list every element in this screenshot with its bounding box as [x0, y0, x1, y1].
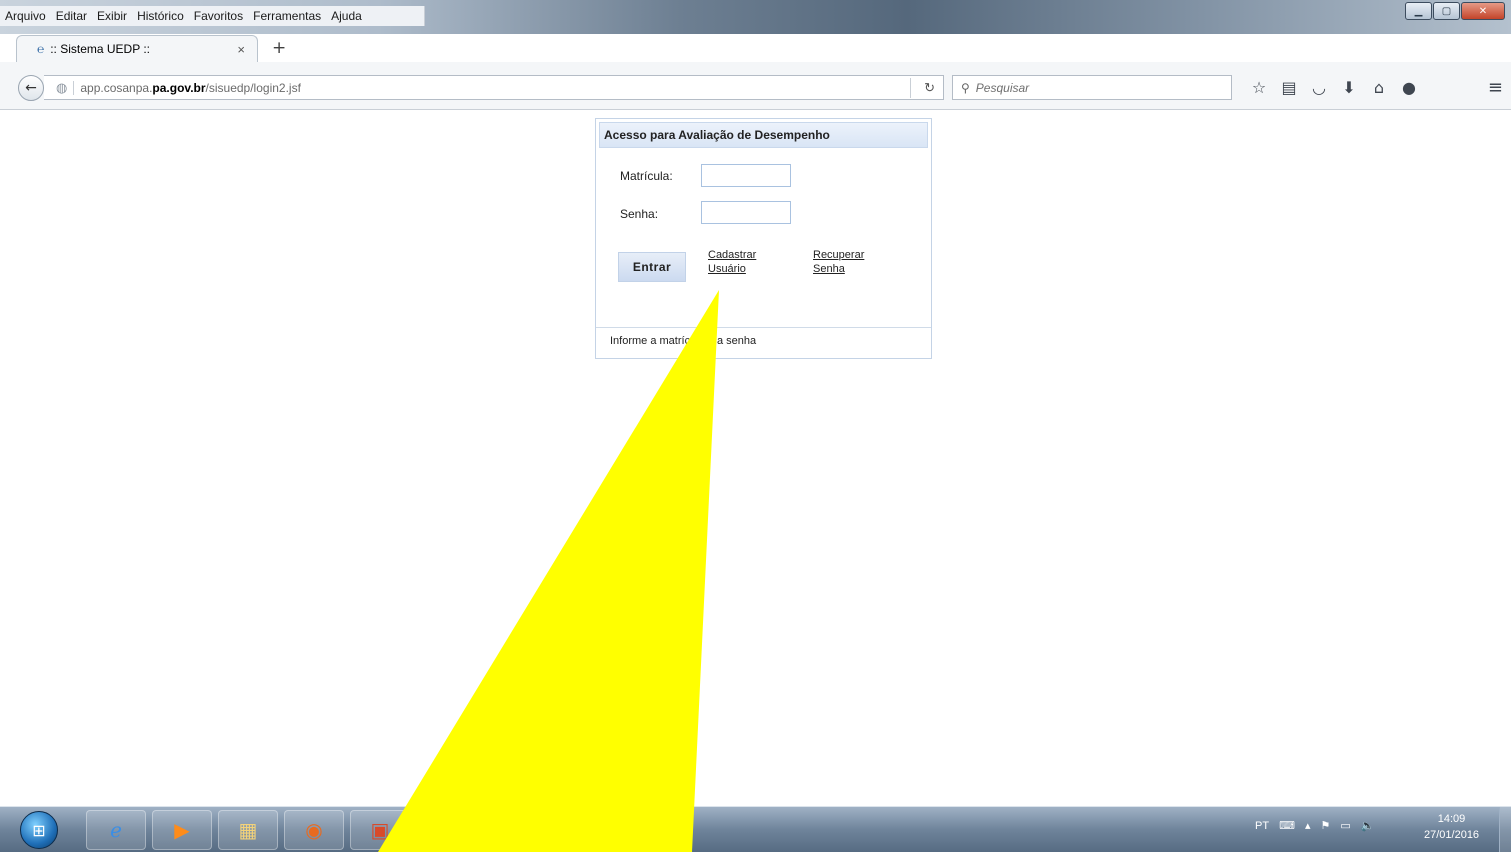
start-button[interactable]: ⊞ [20, 811, 58, 849]
clock-date: 27/01/2016 [1424, 829, 1480, 841]
maximize-icon: ▢ [1441, 5, 1452, 17]
hamburger-menu-icon[interactable]: ≡ [1488, 77, 1503, 98]
search-icon: ⚲ [961, 80, 970, 95]
recuperar-link-line2: Senha [813, 263, 845, 275]
folder-icon: ▦ [238, 818, 258, 842]
login-panel-title: Acesso para Avaliação de Desempenho [599, 122, 928, 148]
matricula-label: Matrícula: [620, 169, 673, 183]
search-placeholder: Pesquisar [975, 80, 1030, 95]
panel-divider [596, 327, 931, 328]
menu-exibir[interactable]: Exibir [92, 9, 132, 23]
login-hint-text: Informe a matrícula e a senha [610, 335, 757, 347]
show-hidden-icons-icon[interactable]: ▴ [1305, 819, 1311, 832]
url-path: /sisuedp/login2.jsf [205, 80, 301, 95]
maximize-button[interactable]: ▢ [1433, 2, 1460, 20]
taskbar: ⊞ ℯ ▶ ▦ ◉ ▣ PT ⌨ ▴ ⚑ ▭ 🔈 14:09 27/01/201… [0, 806, 1511, 852]
menu-arquivo[interactable]: Arquivo [0, 9, 51, 23]
cadastrar-link-line1: Cadastrar [708, 249, 757, 261]
minimize-button[interactable]: ▁ [1405, 2, 1432, 20]
menu-historico[interactable]: Histórico [132, 9, 189, 23]
taskbar-powerpoint[interactable]: ▣ [350, 810, 410, 850]
internet-explorer-icon: ℯ [110, 818, 122, 842]
navigation-bar: ◍ app.cosanpa. pa.gov.br /sisuedp/login2… [0, 62, 1511, 110]
powerpoint-icon: ▣ [370, 818, 390, 842]
yellow-arrow-shape [378, 290, 719, 852]
taskbar-media-player[interactable]: ▶ [152, 810, 212, 850]
close-window-button[interactable]: ✕ [1461, 2, 1505, 20]
recuperar-senha-link[interactable]: Recuperar Senha [813, 248, 864, 276]
action-center-flag-icon[interactable]: ⚑ [1320, 819, 1330, 832]
url-domain: pa.gov.br [152, 80, 206, 95]
recuperar-link-line1: Recuperar [813, 249, 865, 261]
firefox-icon: ◉ [305, 818, 323, 842]
cadastrar-usuario-link[interactable]: Cadastrar Usuário [708, 248, 756, 276]
volume-icon[interactable]: 🔈 [1361, 819, 1375, 832]
toolbar-icons: ☆ ▤ ◡ ⬇ ⌂ ● [1244, 76, 1424, 98]
cadastrar-link-line2: Usuário [708, 263, 746, 275]
taskbar-explorer[interactable]: ▦ [218, 810, 278, 850]
window-titlebar: Arquivo Editar Exibir Histórico Favorito… [0, 0, 1511, 34]
url-subdomain: app.cosanpa. [80, 80, 153, 95]
close-icon: ✕ [1478, 5, 1488, 17]
taskbar-internet-explorer[interactable]: ℯ [86, 810, 146, 850]
back-arrow-icon: ← [25, 80, 37, 96]
page-favicon-icon: ℮ [37, 42, 45, 56]
download-icon[interactable]: ⬇ [1334, 76, 1364, 98]
menu-bar: Arquivo Editar Exibir Histórico Favorito… [0, 6, 425, 26]
system-clock[interactable]: 14:09 27/01/2016 [1424, 811, 1479, 843]
menu-ferramentas[interactable]: Ferramentas [248, 9, 326, 23]
clock-time: 14:09 [1437, 813, 1466, 825]
tab-close-icon[interactable]: × [237, 42, 245, 57]
minimize-icon: ▁ [1414, 5, 1423, 17]
url-divider [73, 80, 75, 95]
reload-divider [910, 77, 911, 98]
back-button[interactable]: ← [18, 75, 44, 101]
search-input[interactable]: ⚲ Pesquisar [952, 75, 1232, 100]
menu-editar[interactable]: Editar [51, 9, 92, 23]
window-controls: ▁ ▢ ✕ [1404, 2, 1505, 20]
senha-input[interactable] [701, 201, 791, 224]
home-icon[interactable]: ⌂ [1364, 76, 1394, 98]
network-icon[interactable]: ▭ [1340, 819, 1350, 832]
system-tray: PT ⌨ ▴ ⚑ ▭ 🔈 [1255, 819, 1375, 833]
keyboard-icon[interactable]: ⌨ [1279, 819, 1295, 832]
pocket-icon[interactable]: ◡ [1304, 76, 1334, 98]
menu-favoritos[interactable]: Favoritos [189, 9, 248, 23]
globe-icon: ◍ [56, 79, 68, 95]
chat-icon[interactable]: ● [1394, 76, 1424, 98]
language-indicator[interactable]: PT [1255, 820, 1269, 832]
tab-sistema-uedp[interactable]: ℮ :: Sistema UEDP :: × [16, 35, 258, 62]
entrar-button[interactable]: Entrar [618, 252, 686, 282]
menu-ajuda[interactable]: Ajuda [326, 9, 367, 23]
senha-label: Senha: [620, 207, 659, 221]
login-panel: Acesso para Avaliação de Desempenho Matr… [595, 118, 932, 359]
matricula-input[interactable] [701, 164, 791, 187]
bookmark-star-icon[interactable]: ☆ [1244, 76, 1274, 98]
taskbar-firefox[interactable]: ◉ [284, 810, 344, 850]
bookmarks-list-icon[interactable]: ▤ [1274, 76, 1304, 98]
reload-icon[interactable]: ↻ [924, 80, 935, 96]
show-desktop-button[interactable] [1499, 807, 1511, 852]
address-bar[interactable]: ◍ app.cosanpa. pa.gov.br /sisuedp/login2… [44, 75, 944, 100]
new-tab-button[interactable]: + [272, 38, 286, 58]
media-player-icon: ▶ [174, 818, 190, 842]
windows-logo-icon: ⊞ [32, 820, 46, 840]
tab-title: :: Sistema UEDP :: [50, 42, 151, 56]
